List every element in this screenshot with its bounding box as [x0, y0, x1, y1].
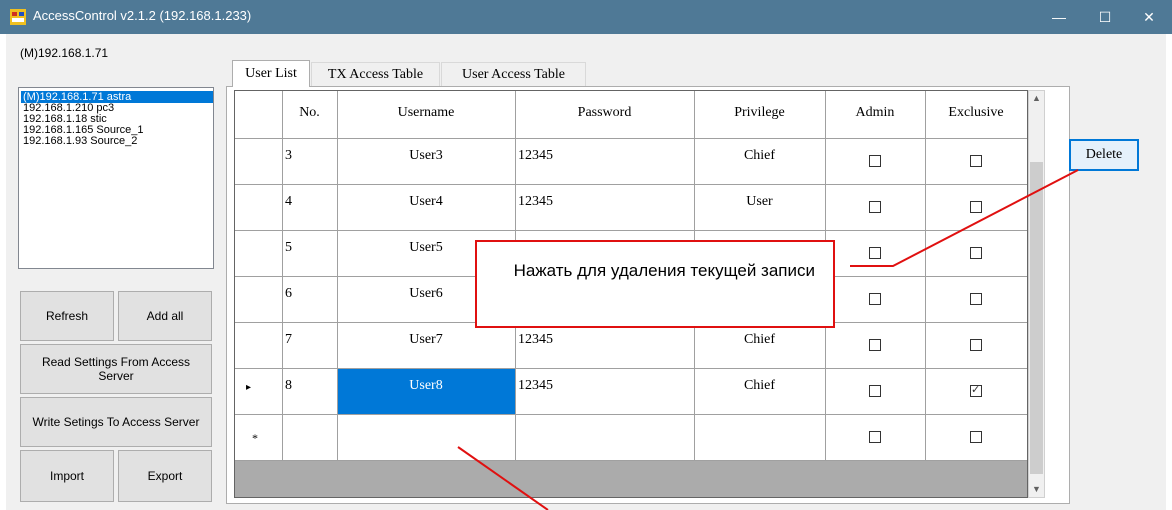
admin-checkbox[interactable] [869, 201, 881, 213]
column-header[interactable]: Password [515, 105, 694, 121]
admin-checkbox[interactable] [869, 155, 881, 167]
annotation-callout: Нажать для удаления текущей записи [475, 240, 835, 328]
exclusive-checkbox[interactable] [970, 293, 982, 305]
grid-line [235, 138, 1027, 139]
exclusive-checkbox[interactable] [970, 431, 982, 443]
column-header[interactable]: No. [282, 105, 337, 121]
admin-checkbox[interactable] [869, 431, 881, 443]
grid-cell-password[interactable]: 12345 [518, 148, 691, 164]
new-row-icon: * [252, 431, 258, 445]
import-button[interactable]: Import [20, 450, 114, 502]
admin-checkbox[interactable] [869, 247, 881, 259]
grid-cell-password[interactable]: 12345 [518, 332, 691, 348]
admin-checkbox[interactable] [869, 385, 881, 397]
grid-cell-no[interactable]: 4 [285, 194, 334, 210]
read-settings-button[interactable]: Read Settings From Access Server [20, 344, 212, 394]
tab-tx-access-table[interactable]: TX Access Table [311, 62, 440, 86]
scroll-down-icon[interactable]: ▼ [1031, 484, 1042, 496]
grid-cell-username[interactable]: User7 [340, 332, 512, 348]
app-icon [10, 9, 26, 25]
grid-cell-privilege[interactable]: Chief [697, 148, 822, 164]
scroll-up-icon[interactable]: ▲ [1031, 93, 1042, 105]
grid-line [235, 460, 1027, 461]
grid-cell-privilege[interactable]: Chief [697, 332, 822, 348]
tab-user-list[interactable]: User List [232, 60, 310, 87]
refresh-button[interactable]: Refresh [20, 291, 114, 341]
grid-cell-username[interactable]: User8 [340, 378, 512, 394]
grid-line [235, 184, 1027, 185]
exclusive-checkbox[interactable] [970, 339, 982, 351]
grid-cell-password[interactable]: 12345 [518, 194, 691, 210]
grid-cell-username[interactable]: User4 [340, 194, 512, 210]
grid-cell-privilege[interactable]: Chief [697, 378, 822, 394]
column-header[interactable]: Admin [825, 105, 925, 121]
grid-line [235, 368, 1027, 369]
close-button[interactable]: ✕ [1126, 0, 1172, 34]
exclusive-checkbox[interactable] [970, 247, 982, 259]
grid-cell-no[interactable]: 5 [285, 240, 334, 256]
grid-cell-no[interactable]: 8 [285, 378, 334, 394]
host-list-item[interactable]: 192.168.1.93 Source_2 [21, 135, 139, 147]
window-title: AccessControl v2.1.2 (192.168.1.233) [33, 8, 252, 23]
write-settings-button[interactable]: Write Setings To Access Server [20, 397, 212, 447]
column-header[interactable]: Username [337, 105, 515, 121]
column-header[interactable]: Privilege [694, 105, 825, 121]
current-row-icon: ▸ [246, 382, 252, 393]
grid-cell-username[interactable]: User3 [340, 148, 512, 164]
grid-cell-no[interactable]: 6 [285, 286, 334, 302]
current-host-label: (M)192.168.1.71 [20, 46, 109, 60]
grid-cell-privilege[interactable]: User [697, 194, 822, 210]
tab-user-access-table[interactable]: User Access Table [441, 62, 586, 86]
admin-checkbox[interactable] [869, 339, 881, 351]
column-header[interactable]: Exclusive [925, 105, 1027, 121]
admin-checkbox[interactable] [869, 293, 881, 305]
minimize-button[interactable]: — [1036, 0, 1082, 34]
grid-cell-no[interactable]: 3 [285, 148, 334, 164]
maximize-button[interactable]: ☐ [1082, 0, 1128, 34]
grid-line [235, 414, 1027, 415]
add-all-button[interactable]: Add all [118, 291, 212, 341]
export-button[interactable]: Export [118, 450, 212, 502]
exclusive-checkbox[interactable] [970, 383, 982, 397]
scrollbar-thumb[interactable] [1030, 162, 1043, 474]
grid-line [235, 230, 1027, 231]
delete-button[interactable]: Delete [1069, 139, 1139, 171]
grid-cell-password[interactable]: 12345 [518, 378, 691, 394]
host-list[interactable]: (M)192.168.1.71 astra 192.168.1.210 pc3 … [18, 87, 214, 269]
exclusive-checkbox[interactable] [970, 155, 982, 167]
exclusive-checkbox[interactable] [970, 201, 982, 213]
grid-cell-no[interactable]: 7 [285, 332, 334, 348]
